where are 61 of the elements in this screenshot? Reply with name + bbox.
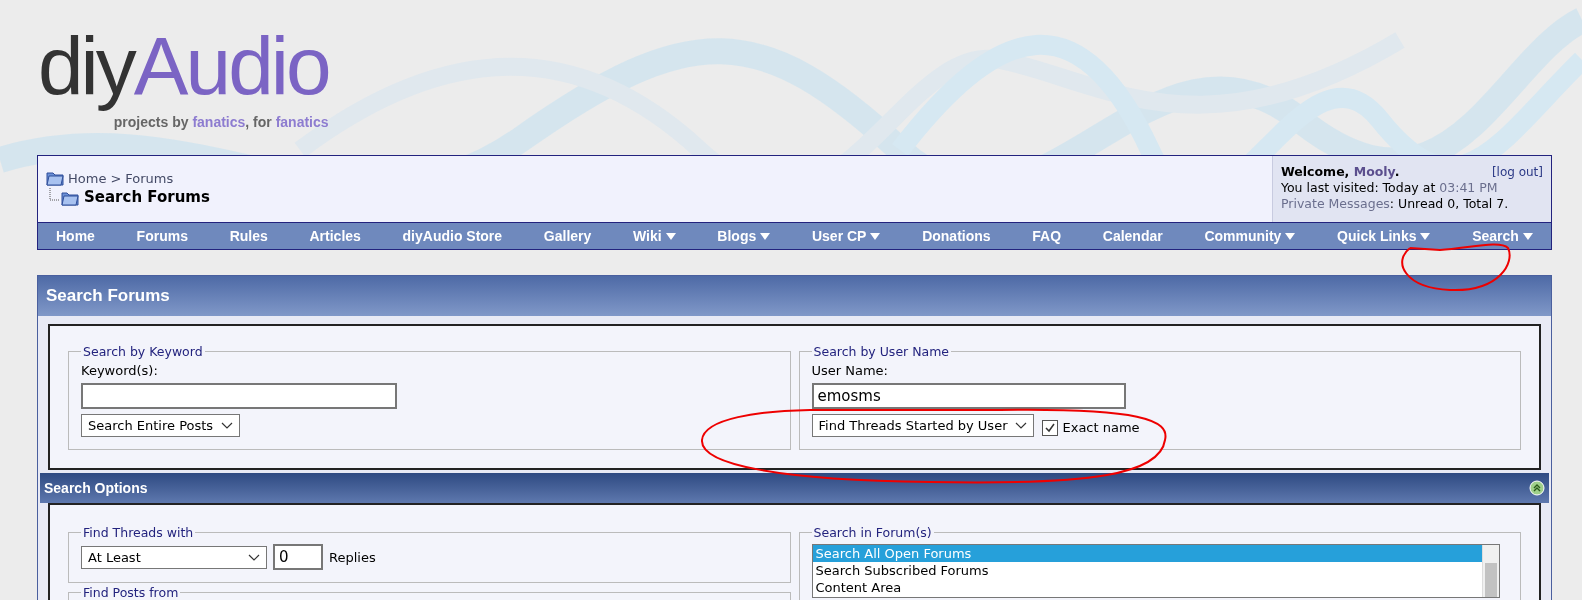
section-legend: Search by Keyword	[81, 344, 205, 359]
breadcrumb-link[interactable]: Home	[68, 170, 107, 186]
keyword-input[interactable]	[81, 383, 397, 409]
nav-menu-item[interactable]: Gallery	[543, 228, 592, 244]
nav-menu-item[interactable]: Search	[1472, 228, 1533, 244]
page-title: Search Forums	[84, 188, 210, 206]
caret-icon	[760, 232, 771, 240]
nav-menu-item[interactable]: Rules	[229, 228, 268, 244]
checkbox-label: Exact name	[1062, 420, 1140, 435]
nav-menu-item[interactable]: Home	[56, 228, 95, 244]
forum-list-item[interactable]: Search Subscribed Forums	[812, 562, 1482, 579]
nav-menu-item[interactable]: Forums	[136, 228, 188, 244]
section-title: Search Options	[44, 480, 148, 496]
nav-menu-item[interactable]: Donations	[922, 228, 991, 244]
exact-name-checkbox[interactable]	[1042, 419, 1059, 436]
chevron-down-icon	[1015, 422, 1028, 429]
nav-menu-item[interactable]: Community	[1204, 228, 1296, 244]
welcome-text: Welcome, Mooly.	[1281, 164, 1400, 180]
nav-menu-item[interactable]: Blogs	[717, 228, 771, 244]
caret-icon	[1285, 232, 1296, 240]
forum-list-item[interactable]: Search All Open Forums	[812, 545, 1482, 562]
breadcrumb-separator: >	[110, 170, 122, 186]
username-input[interactable]: emosms	[811, 383, 1126, 409]
breadcrumb-link[interactable]: Forums	[125, 170, 174, 186]
nav-menu-item[interactable]: User CP	[811, 228, 881, 244]
chevron-down-icon	[221, 422, 234, 429]
caret-icon	[1522, 232, 1533, 240]
field-suffix: Replies	[329, 549, 376, 565]
forum-listbox[interactable]: Search All Open Forums Search Subscribed Forums Content Area	[811, 544, 1500, 598]
user-search-type-dropdown[interactable]: Find Threads Started by User	[811, 414, 1035, 437]
reply-count-input[interactable]: 0	[273, 544, 323, 570]
field-label: User Name:	[811, 363, 889, 378]
nav-menu-item[interactable]: Calendar	[1102, 228, 1163, 244]
nav-menu-item[interactable]: Wiki	[633, 228, 676, 244]
section-legend: Find Posts from	[81, 585, 181, 600]
message-counts: : Unread 0, Total 7.	[1389, 196, 1509, 211]
caret-icon	[870, 232, 881, 240]
folder-tree-icon	[46, 188, 80, 206]
site-logo[interactable]: diyAudio	[38, 18, 333, 114]
logo-tagline: projects by fanatics, for fanatics	[113, 114, 329, 130]
chevron-down-icon	[248, 553, 260, 561]
field-label: Keyword(s):	[81, 363, 159, 378]
logout-link[interactable]: [log out]	[1491, 164, 1543, 180]
private-messages-link[interactable]: Private Messages	[1281, 196, 1390, 211]
last-visited-text: You last visited: Today at 03:41 PM	[1281, 180, 1499, 196]
section-legend: Search by User Name	[811, 344, 952, 359]
search-scope-dropdown[interactable]: Search Entire Posts	[81, 414, 241, 437]
nav-menu-item[interactable]: Quick Links	[1337, 228, 1431, 244]
section-legend: Search in Forum(s)	[811, 525, 934, 540]
nav-menu-item[interactable]: diyAudio Store	[402, 228, 503, 244]
caret-icon	[665, 232, 676, 240]
nav-menu-item[interactable]: Articles	[309, 228, 361, 244]
folder-icon	[46, 170, 64, 186]
reply-condition-dropdown[interactable]: At Least	[81, 545, 267, 569]
section-legend: Find Threads with	[81, 525, 196, 540]
forum-list-item[interactable]: Content Area	[812, 579, 1482, 596]
collapse-icon[interactable]	[1529, 480, 1545, 496]
caret-icon	[1420, 232, 1431, 240]
panel-header: Search Forums	[38, 276, 1551, 316]
scrollbar[interactable]	[1481, 545, 1499, 597]
nav-menu-item[interactable]: FAQ	[1032, 228, 1062, 244]
